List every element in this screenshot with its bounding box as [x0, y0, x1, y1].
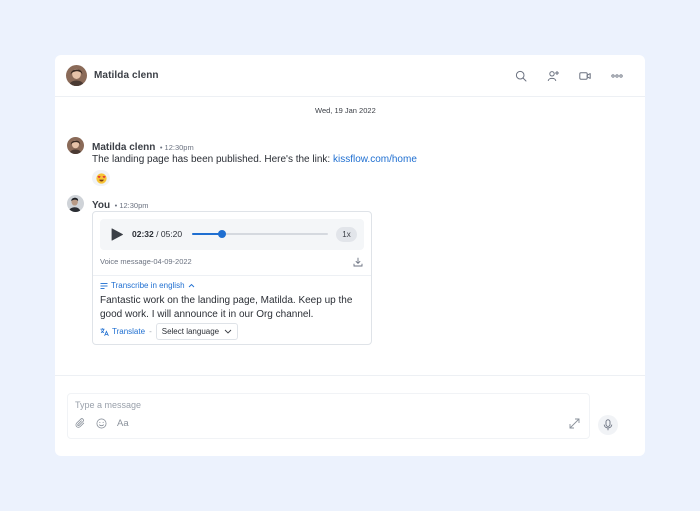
progress-handle[interactable]: [218, 230, 227, 238]
translate-row: Translate - Select language: [100, 323, 239, 340]
translate-separator: -: [149, 327, 152, 336]
date-separator: Wed, 19 Jan 2022: [55, 97, 645, 118]
transcribe-toggle[interactable]: Transcribe in english: [100, 281, 195, 290]
voice-record-button[interactable]: [598, 415, 618, 435]
progress-slider[interactable]: [192, 230, 328, 238]
voice-message-card: 02:32 / 05:20 1x Voice message-04-09-202…: [92, 211, 372, 345]
message-text: The landing page has been published. Her…: [92, 154, 417, 165]
reaction-chip[interactable]: [92, 170, 110, 186]
sender-name: Matilda clenn: [92, 142, 156, 153]
play-icon[interactable]: [111, 228, 123, 241]
total-duration: 05:20: [160, 229, 183, 239]
emoji-icon[interactable]: [96, 418, 107, 429]
message-header: Matilda clenn • 12:30pm: [92, 137, 194, 155]
message-time: 12:30pm: [164, 143, 194, 152]
playback-speed-button[interactable]: 1x: [336, 227, 357, 242]
contact-name: Matilda clenn: [94, 70, 159, 81]
voice-file-name: Voice message-04-09-2022: [100, 257, 192, 266]
header-actions: [515, 55, 623, 97]
chat-window: Matilda clenn Wed, 19 Jan 2022 Matilda c…: [55, 55, 645, 456]
chevron-up-icon: [188, 283, 194, 288]
composer-tools: Aa: [75, 418, 129, 429]
text-format-button[interactable]: Aa: [117, 418, 129, 429]
my-avatar[interactable]: [67, 195, 84, 212]
expand-icon[interactable]: [569, 418, 580, 429]
language-select[interactable]: Select language: [155, 323, 239, 340]
divider: [55, 375, 645, 376]
chat-header: Matilda clenn: [55, 55, 645, 97]
transcript-text: Fantastic work on the landing page, Mati…: [100, 295, 353, 320]
date-label: Wed, 19 Jan 2022: [309, 104, 382, 118]
playback-time: 02:32 / 05:20: [132, 229, 182, 239]
sender-avatar[interactable]: [67, 137, 84, 154]
add-user-icon[interactable]: [547, 70, 559, 82]
message-link[interactable]: kissflow.com/home: [333, 154, 417, 165]
translate-button[interactable]: Translate: [100, 327, 145, 336]
current-time: 02:32: [132, 229, 154, 239]
download-icon[interactable]: [353, 257, 363, 267]
attachment-icon[interactable]: [75, 418, 86, 429]
audio-player: 02:32 / 05:20 1x: [100, 219, 364, 250]
transcribe-label: Transcribe in english: [111, 281, 185, 290]
heart-eyes-emoji-icon: [95, 172, 107, 184]
contact-avatar[interactable]: [66, 65, 87, 86]
more-icon[interactable]: [611, 70, 623, 82]
translate-label: Translate: [112, 327, 146, 336]
search-icon[interactable]: [515, 70, 527, 82]
translate-icon: [100, 327, 109, 336]
chevron-down-icon: [224, 329, 232, 334]
microphone-icon: [603, 419, 613, 431]
video-call-icon[interactable]: [579, 70, 591, 82]
message-composer[interactable]: Type a message Aa: [67, 393, 590, 439]
language-select-value: Select language: [161, 327, 220, 336]
divider: [93, 275, 371, 276]
message-time: 12:30pm: [119, 201, 149, 210]
sender-name: You: [92, 200, 111, 211]
transcript-lines-icon: [100, 282, 108, 289]
time-separator: /: [153, 229, 161, 239]
message-body: The landing page has been published. Her…: [92, 154, 333, 165]
message-input[interactable]: Type a message: [75, 400, 141, 410]
